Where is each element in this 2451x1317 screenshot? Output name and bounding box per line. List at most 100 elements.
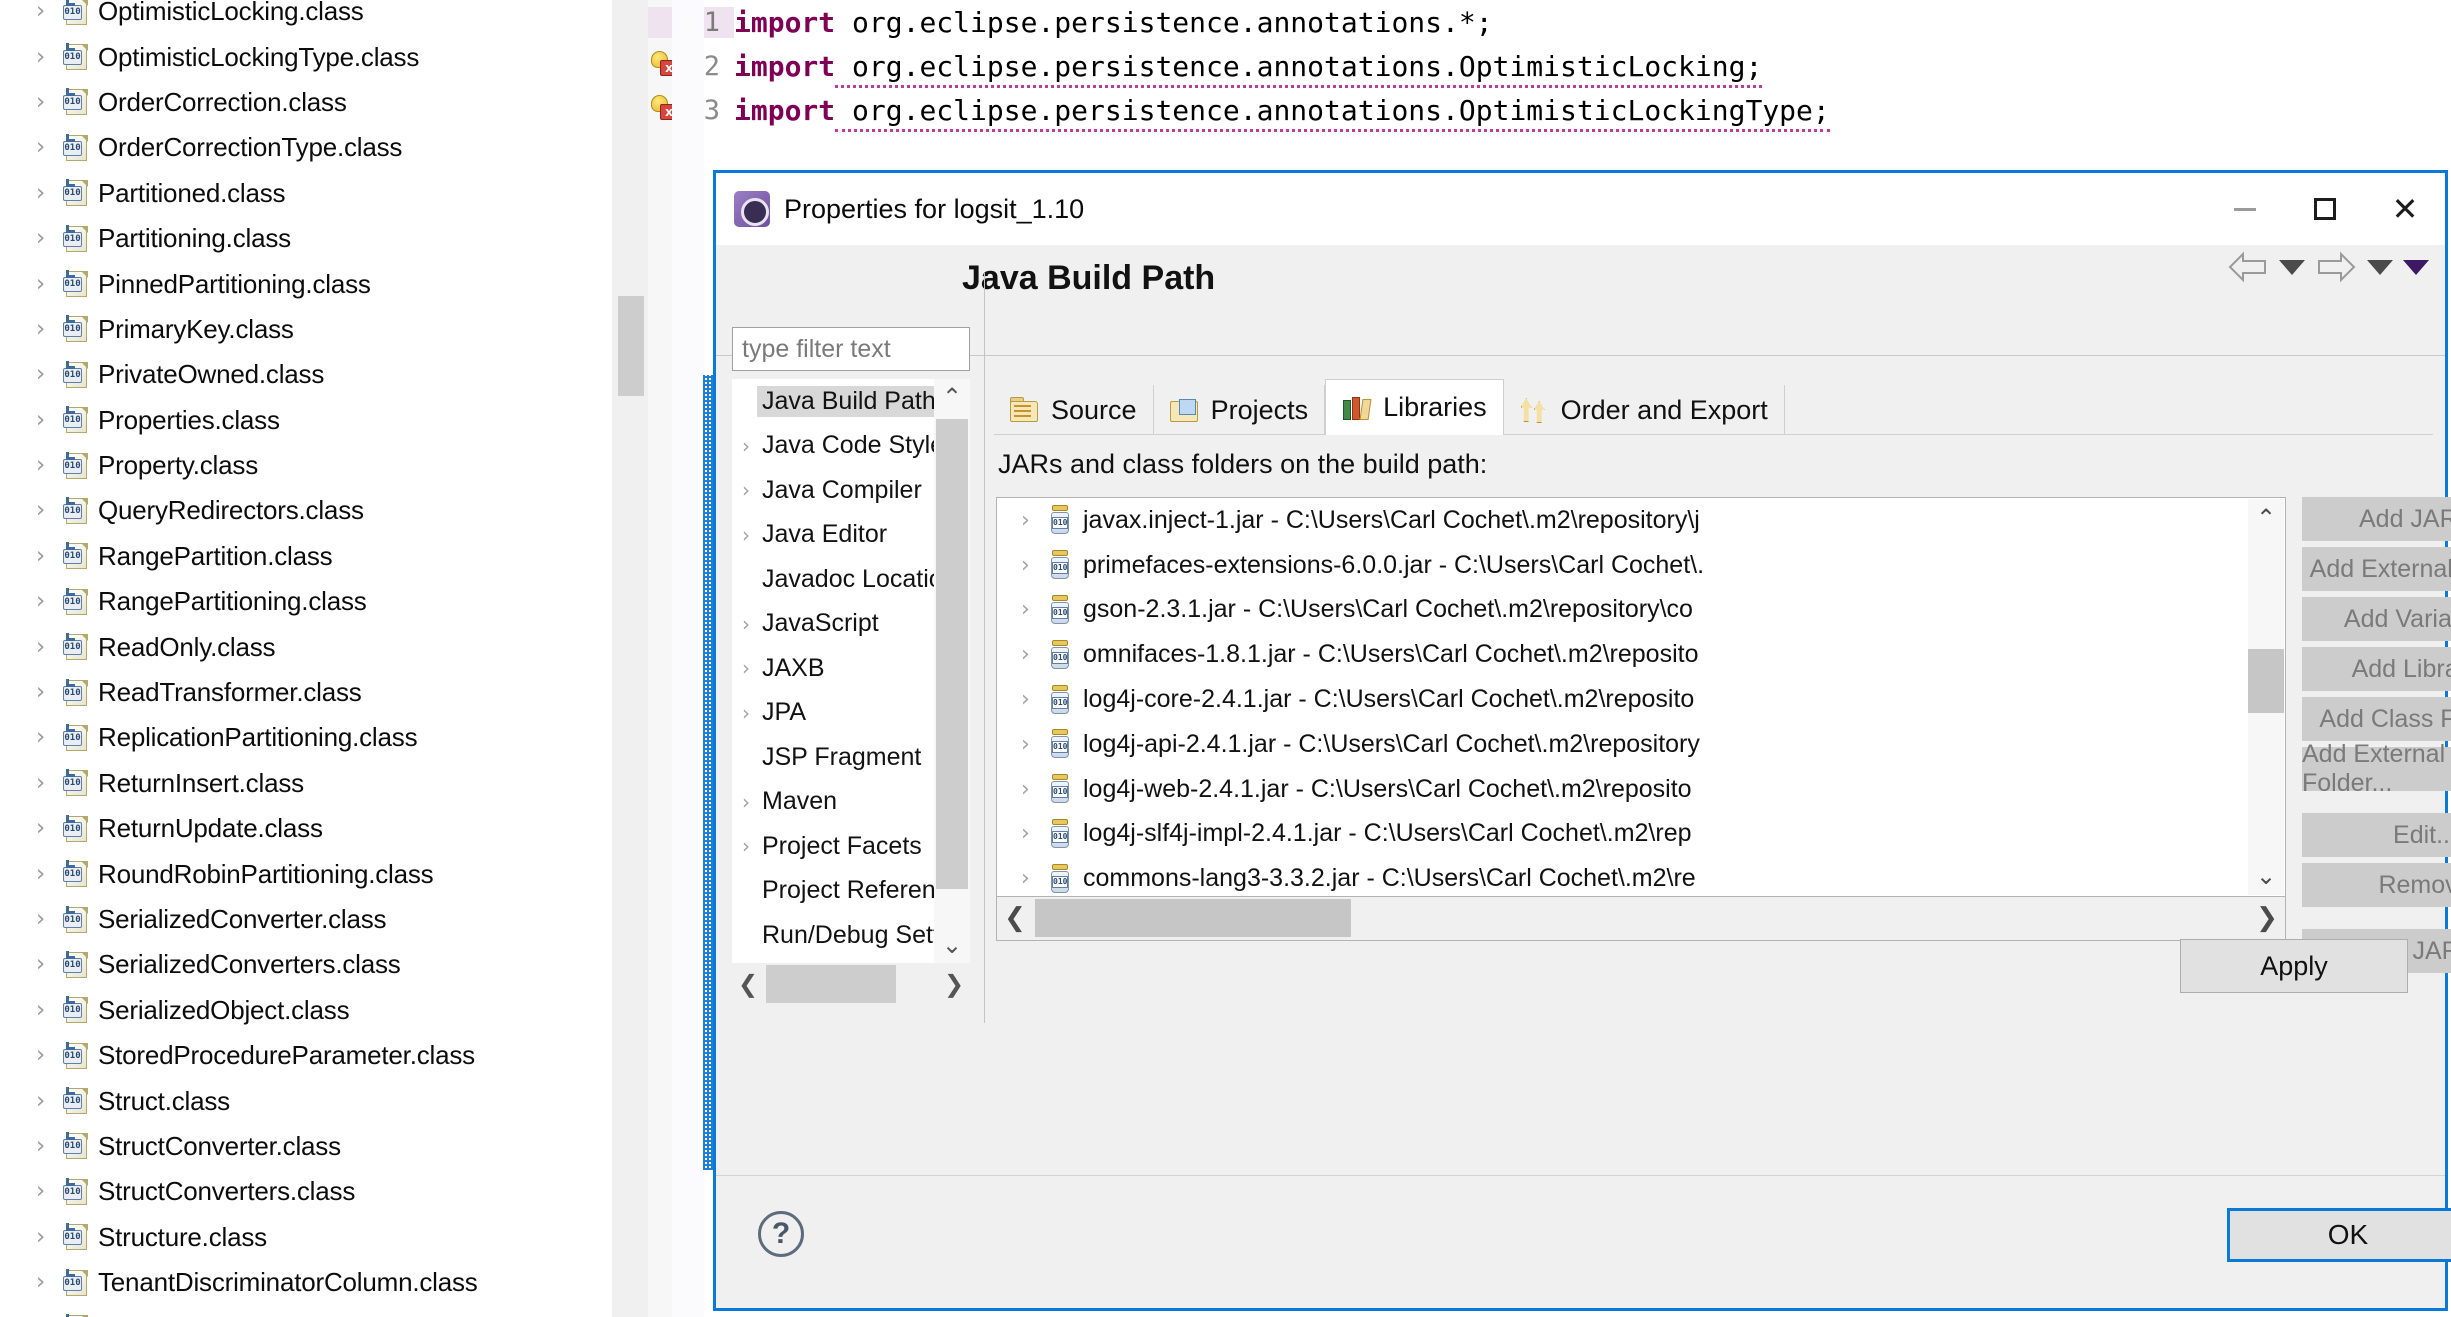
package-explorer-item[interactable]: ›010Properties.class xyxy=(0,398,648,443)
jar-entries-list[interactable]: ›010javax.inject-1.jar - C:\Users\Carl C… xyxy=(996,497,2286,897)
settings-tree-item[interactable]: JSP Fragment xyxy=(732,735,946,780)
chevron-right-icon[interactable]: › xyxy=(36,863,62,886)
package-explorer-item[interactable]: ›010SerializedObject.class xyxy=(0,988,648,1033)
package-explorer-item[interactable]: ›010Structure.class xyxy=(0,1215,648,1260)
explorer-vertical-scrollbar[interactable] xyxy=(612,0,648,1317)
apply-button[interactable]: Apply xyxy=(2180,939,2408,993)
chevron-right-icon[interactable]: › xyxy=(742,836,762,856)
chevron-right-icon[interactable]: › xyxy=(742,525,762,545)
edit-button[interactable]: Edit... xyxy=(2302,813,2451,857)
jar-entry-row[interactable]: ›010commons-lang3-3.3.2.jar - C:\Users\C… xyxy=(997,856,2247,897)
chevron-right-icon[interactable]: › xyxy=(36,91,62,114)
scroll-left-icon[interactable]: ❮ xyxy=(732,963,764,1005)
tab-order-and-export[interactable]: Order and Export xyxy=(1504,385,1785,435)
chevron-right-icon[interactable]: › xyxy=(36,182,62,205)
package-explorer-item[interactable]: ›010StoredProcedureParameter.class xyxy=(0,1033,648,1078)
package-explorer-item[interactable]: ›010RoundRobinPartitioning.class xyxy=(0,851,648,896)
chevron-right-icon[interactable]: › xyxy=(742,792,762,812)
view-menu-chevron-down-icon[interactable] xyxy=(2403,260,2429,275)
chevron-right-icon[interactable]: › xyxy=(36,1090,62,1113)
chevron-right-icon[interactable]: › xyxy=(1021,508,1047,533)
chevron-right-icon[interactable]: › xyxy=(36,999,62,1022)
package-explorer-item[interactable]: ›010PinnedPartitioning.class xyxy=(0,261,648,306)
close-button[interactable]: ✕ xyxy=(2365,173,2445,245)
package-explorer-item[interactable]: ›010QueryRedirectors.class xyxy=(0,488,648,533)
chevron-right-icon[interactable]: › xyxy=(36,726,62,749)
forward-history-chevron-down-icon[interactable] xyxy=(2367,260,2393,275)
settings-tree-item[interactable]: Java Build Path xyxy=(732,379,946,424)
package-explorer-item[interactable]: ›010PrivateOwned.class xyxy=(0,352,648,397)
chevron-right-icon[interactable]: › xyxy=(36,908,62,931)
settings-tree-item[interactable]: Javadoc Location xyxy=(732,557,946,602)
jar-list-vertical-scrollbar[interactable]: ⌃ ⌄ xyxy=(2248,499,2284,895)
package-explorer-item[interactable]: ›010ReplicationPartitioning.class xyxy=(0,715,648,760)
jar-entry-row[interactable]: ›010omnifaces-1.8.1.jar - C:\Users\Carl … xyxy=(997,632,2247,677)
chevron-right-icon[interactable]: › xyxy=(36,136,62,159)
settings-tree-horizontal-scrollbar[interactable]: ❮ ❯ xyxy=(732,963,970,1005)
package-explorer-item[interactable]: ›010StructConverter.class xyxy=(0,1124,648,1169)
package-explorer-item[interactable]: ›010ReturnUpdate.class xyxy=(0,806,648,851)
settings-tree-item[interactable]: ›Java Compiler xyxy=(732,468,946,513)
settings-tree-item[interactable]: ›Java Editor xyxy=(732,513,946,558)
package-explorer-item[interactable]: ›010Partitioning.class xyxy=(0,216,648,261)
jar-list-horizontal-scrollbar[interactable]: ❮ ❯ xyxy=(996,897,2286,941)
help-icon[interactable]: ? xyxy=(758,1211,804,1257)
build-path-tabs[interactable]: SourceProjectsLibrariesOrder and Export xyxy=(994,379,1785,435)
package-explorer-item[interactable]: ›010PrimaryKey.class xyxy=(0,307,648,352)
chevron-right-icon[interactable]: › xyxy=(742,658,762,678)
chevron-right-icon[interactable]: › xyxy=(1021,553,1047,578)
chevron-right-icon[interactable]: › xyxy=(36,499,62,522)
chevron-right-icon[interactable]: › xyxy=(36,772,62,795)
scroll-right-icon[interactable]: ❯ xyxy=(2249,897,2285,939)
package-explorer-item[interactable]: ›010RangePartitioning.class xyxy=(0,579,648,624)
add-external-jars-button[interactable]: Add External JARs... xyxy=(2302,547,2451,591)
tab-source[interactable]: Source xyxy=(994,385,1154,435)
add-class-folder-button[interactable]: Add Class Folder... xyxy=(2302,697,2451,741)
settings-tree-item[interactable]: ›JAXB xyxy=(732,646,946,691)
chevron-right-icon[interactable]: › xyxy=(36,590,62,613)
package-explorer-tree[interactable]: ›010OptimisticLocking.class›010Optimisti… xyxy=(0,0,648,1317)
chevron-right-icon[interactable]: › xyxy=(36,1226,62,1249)
scroll-right-icon[interactable]: ❯ xyxy=(938,963,970,1005)
forward-arrow-icon[interactable] xyxy=(2315,251,2357,283)
remove-button[interactable]: Remove xyxy=(2302,863,2451,907)
chevron-right-icon[interactable]: › xyxy=(1021,821,1047,846)
settings-tree-item[interactable]: Project References xyxy=(732,869,946,914)
code-line[interactable]: 22import org.eclipse.persistence.annotat… xyxy=(648,44,1762,88)
chevron-right-icon[interactable]: › xyxy=(742,436,762,456)
package-explorer-item[interactable]: ›010OptimisticLockingType.class xyxy=(0,34,648,79)
chevron-right-icon[interactable]: › xyxy=(36,409,62,432)
chevron-right-icon[interactable]: › xyxy=(36,1135,62,1158)
chevron-right-icon[interactable]: › xyxy=(36,1044,62,1067)
package-explorer-item[interactable]: ›010OrderCorrectionType.class xyxy=(0,125,648,170)
scroll-down-icon[interactable]: ⌄ xyxy=(2248,857,2284,895)
code-line[interactable]: 21import org.eclipse.persistence.annotat… xyxy=(648,0,1493,44)
jar-entry-row[interactable]: ›010log4j-core-2.4.1.jar - C:\Users\Carl… xyxy=(997,677,2247,722)
chevron-right-icon[interactable]: › xyxy=(36,545,62,568)
jar-entry-row[interactable]: ›010log4j-api-2.4.1.jar - C:\Users\Carl … xyxy=(997,722,2247,767)
package-explorer-item[interactable]: ›010RangePartition.class xyxy=(0,534,648,579)
scroll-up-icon[interactable]: ⌃ xyxy=(2248,499,2284,537)
chevron-right-icon[interactable]: › xyxy=(1021,777,1047,802)
chevron-right-icon[interactable]: › xyxy=(36,454,62,477)
package-explorer-item[interactable]: ›010TenantDiscriminatorColumn.class xyxy=(0,1260,648,1305)
chevron-right-icon[interactable]: › xyxy=(1021,642,1047,667)
add-library-button[interactable]: Add Library... xyxy=(2302,647,2451,691)
package-explorer-item[interactable]: ›010OrderCorrection.class xyxy=(0,80,648,125)
chevron-right-icon[interactable]: › xyxy=(36,318,62,341)
package-explorer-item[interactable]: ›010TenantDiscriminatorColumns.class xyxy=(0,1305,648,1317)
chevron-right-icon[interactable]: › xyxy=(36,636,62,659)
settings-tree-item[interactable]: Run/Debug Settings xyxy=(732,913,946,958)
chevron-right-icon[interactable]: › xyxy=(742,480,762,500)
chevron-right-icon[interactable]: › xyxy=(1021,866,1047,891)
back-arrow-icon[interactable] xyxy=(2227,251,2269,283)
settings-tree-item[interactable]: ›Java Code Style xyxy=(732,424,946,469)
jar-entry-row[interactable]: ›010primefaces-extensions-6.0.0.jar - C:… xyxy=(997,543,2247,588)
settings-tree-scrollbar-thumb[interactable] xyxy=(936,419,968,889)
jar-list-scrollbar-thumb[interactable] xyxy=(2248,649,2284,713)
package-explorer-item[interactable]: ›010ReadTransformer.class xyxy=(0,670,648,715)
chevron-right-icon[interactable]: › xyxy=(36,817,62,840)
tab-projects[interactable]: Projects xyxy=(1154,385,1326,435)
jar-entry-row[interactable]: ›010log4j-slf4j-impl-2.4.1.jar - C:\User… xyxy=(997,812,2247,857)
chevron-right-icon[interactable]: › xyxy=(36,1180,62,1203)
